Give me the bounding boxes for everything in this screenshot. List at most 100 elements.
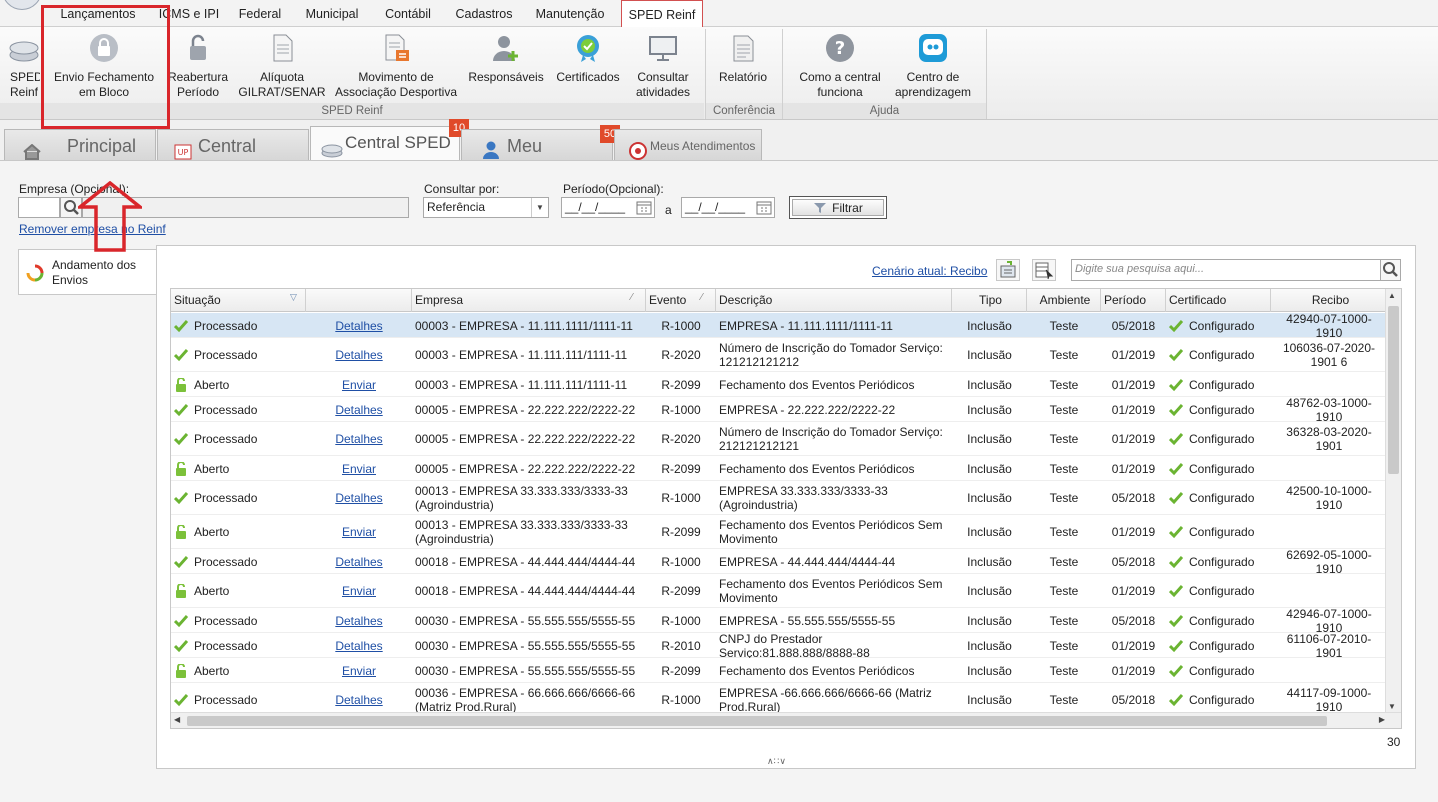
col-certificado[interactable]: Certificado bbox=[1166, 289, 1271, 312]
sidebar-item-andamento[interactable]: Andamento dos Envios bbox=[18, 249, 158, 295]
enviar-link[interactable]: Enviar bbox=[342, 462, 376, 476]
col-recibo[interactable]: Recibo bbox=[1271, 289, 1387, 312]
table-row[interactable]: Processado Detalhes 00005 - EMPRESA - 22.2… bbox=[171, 422, 1387, 456]
movimento-associacao-button[interactable]: Movimento de Associação Desportiva bbox=[333, 33, 459, 100]
aliquota-gilrat-button[interactable]: Alíquota GILRAT/SENAR bbox=[238, 33, 326, 100]
table-row[interactable]: Aberto Enviar 00005 - EMPRESA - 22.222.222… bbox=[171, 456, 1387, 481]
horizontal-scrollbar[interactable]: ◀ ▶ bbox=[171, 712, 1401, 728]
col-descricao[interactable]: Descrição bbox=[716, 289, 952, 312]
relatorio-button[interactable]: Relatório bbox=[712, 33, 774, 85]
enviar-link[interactable]: Enviar bbox=[342, 525, 376, 539]
scroll-up-icon[interactable]: ▲ bbox=[1388, 291, 1396, 300]
como-central-funciona-button[interactable]: ? Como a central funciona bbox=[792, 33, 888, 100]
search-button[interactable] bbox=[1380, 259, 1401, 281]
cell-empresa: 00005 - EMPRESA - 22.222.222/2222-22 bbox=[415, 432, 636, 446]
cenario-atual-link[interactable]: Cenário atual: Recibo bbox=[872, 264, 987, 278]
detalhes-link[interactable]: Detalhes bbox=[335, 403, 382, 417]
export-button[interactable] bbox=[996, 259, 1020, 281]
certificado-text: Configurado bbox=[1189, 525, 1255, 539]
check-icon bbox=[174, 614, 188, 627]
filtrar-button[interactable]: Filtrar bbox=[789, 196, 887, 219]
chevron-down-icon[interactable]: ▼ bbox=[531, 198, 548, 217]
col-periodo[interactable]: Período bbox=[1101, 289, 1166, 312]
unlock-icon bbox=[176, 461, 186, 476]
table-header: Situação Empresa Evento Descrição Tipo A… bbox=[171, 289, 1401, 312]
table-row[interactable]: Aberto Enviar 00030 - EMPRESA - 55.555.555… bbox=[171, 658, 1387, 683]
check-icon bbox=[1169, 319, 1183, 332]
consultar-atividades-button[interactable]: Consultar atividades bbox=[630, 33, 696, 100]
columns-button[interactable] bbox=[1032, 259, 1056, 281]
cell-situacao: Processado bbox=[174, 608, 303, 633]
detalhes-link[interactable]: Detalhes bbox=[335, 348, 382, 362]
enviar-link[interactable]: Enviar bbox=[342, 664, 376, 678]
col-evento[interactable]: Evento bbox=[646, 289, 716, 312]
tab-sped-reinf[interactable]: SPED Reinf bbox=[621, 0, 703, 28]
reabertura-periodo-button[interactable]: Reabertura Período bbox=[165, 33, 231, 100]
calendar-icon[interactable] bbox=[756, 200, 772, 221]
cell-descricao: EMPRESA - 44.444.444/4444-44 bbox=[719, 554, 896, 569]
col-empresa[interactable]: Empresa bbox=[412, 289, 646, 312]
detalhes-link[interactable]: Detalhes bbox=[335, 555, 382, 569]
table-row[interactable]: Processado Detalhes 00003 - EMPRESA - 11.1… bbox=[171, 313, 1387, 338]
scroll-left-icon[interactable]: ◀ bbox=[174, 715, 180, 724]
certificados-button[interactable]: Certificados bbox=[552, 33, 624, 85]
detalhes-link[interactable]: Detalhes bbox=[335, 491, 382, 505]
collapse-handle-icon[interactable]: ∧∷∨ bbox=[767, 756, 786, 767]
consultar-por-select[interactable]: Referência ▼ bbox=[423, 197, 549, 218]
tab-principal[interactable]: Principal bbox=[4, 129, 156, 161]
scroll-down-icon[interactable]: ▼ bbox=[1388, 702, 1396, 711]
table-row[interactable]: Processado Detalhes 00013 - EMPRESA 33.333… bbox=[171, 481, 1387, 515]
sort-icon[interactable]: ⁄ bbox=[701, 292, 703, 303]
scroll-thumb[interactable] bbox=[187, 716, 1327, 726]
tab-contabil[interactable]: Contábil bbox=[374, 0, 442, 27]
table-row[interactable]: Processado Detalhes 00003 - EMPRESA - 11.1… bbox=[171, 338, 1387, 372]
detalhes-link[interactable]: Detalhes bbox=[335, 319, 382, 333]
tab-central-packup[interactable]: UP Central PackUp bbox=[157, 129, 309, 188]
vertical-scrollbar[interactable]: ▲ ▼ bbox=[1385, 289, 1401, 713]
cell-periodo: 01/2019 bbox=[1111, 638, 1156, 653]
empresa-code-input[interactable] bbox=[18, 197, 60, 218]
filter-icon[interactable]: ▽ bbox=[290, 292, 297, 303]
app-menu-icon[interactable] bbox=[2, 0, 42, 10]
table-row[interactable]: Aberto Enviar 00018 - EMPRESA - 44.444.444… bbox=[171, 574, 1387, 608]
cell-acao: Enviar bbox=[309, 372, 409, 397]
tab-federal[interactable]: Federal bbox=[230, 0, 290, 27]
table-row[interactable]: Processado Detalhes 00005 - EMPRESA - 22.2… bbox=[171, 397, 1387, 422]
tab-manutencao[interactable]: Manutenção bbox=[526, 0, 614, 27]
cell-situacao: Processado bbox=[174, 422, 303, 456]
tab-central-sped-reinf[interactable]: Central SPED Reinf 10 bbox=[310, 119, 469, 184]
col-acao[interactable] bbox=[306, 289, 412, 312]
detalhes-link[interactable]: Detalhes bbox=[335, 693, 382, 707]
scroll-right-icon[interactable]: ▶ bbox=[1379, 715, 1385, 724]
calendar-icon[interactable] bbox=[636, 200, 652, 221]
cell-tipo: Inclusão bbox=[967, 554, 1012, 569]
cell-acao: Enviar bbox=[309, 574, 409, 608]
table-row[interactable]: Aberto Enviar 00003 - EMPRESA - 11.111.111… bbox=[171, 372, 1387, 397]
table-row[interactable]: Processado Detalhes 00030 - EMPRESA - 55.5… bbox=[171, 633, 1387, 658]
cell-recibo bbox=[1274, 515, 1384, 549]
table-row[interactable]: Processado Detalhes 00018 - EMPRESA - 44.4… bbox=[171, 549, 1387, 574]
col-ambiente[interactable]: Ambiente bbox=[1027, 289, 1101, 312]
enviar-link[interactable]: Enviar bbox=[342, 584, 376, 598]
detalhes-link[interactable]: Detalhes bbox=[335, 614, 382, 628]
detalhes-link[interactable]: Detalhes bbox=[335, 432, 382, 446]
enviar-link[interactable]: Enviar bbox=[342, 378, 376, 392]
tab-meus-atendimentos[interactable]: Meus Atendimentos bbox=[614, 129, 762, 161]
periodo-from-input[interactable]: __/__/____ bbox=[561, 197, 655, 218]
responsaveis-button[interactable]: Responsáveis bbox=[466, 33, 546, 85]
col-situacao[interactable]: Situação bbox=[171, 289, 306, 312]
sort-icon[interactable]: ⁄ bbox=[631, 292, 633, 303]
search-input[interactable]: Digite sua pesquisa aqui... bbox=[1071, 259, 1381, 281]
cell-tipo: Inclusão bbox=[967, 663, 1012, 678]
tab-meu-gerente[interactable]: Meu Gerente 50 bbox=[461, 125, 620, 188]
periodo-to-input[interactable]: __/__/____ bbox=[681, 197, 775, 218]
detalhes-link[interactable]: Detalhes bbox=[335, 639, 382, 653]
table-row[interactable]: Processado Detalhes 00030 - EMPRESA - 55.5… bbox=[171, 608, 1387, 633]
col-tipo[interactable]: Tipo bbox=[952, 289, 1027, 312]
tab-cadastros[interactable]: Cadastros bbox=[446, 0, 522, 27]
tab-municipal[interactable]: Municipal bbox=[294, 0, 370, 27]
centro-aprendizagem-button[interactable]: Centro de aprendizagem bbox=[892, 33, 974, 100]
table-row[interactable]: Aberto Enviar 00013 - EMPRESA 33.333.333/3… bbox=[171, 515, 1387, 549]
cell-recibo: 61106-07-2010-1901 bbox=[1286, 633, 1372, 658]
scroll-thumb[interactable] bbox=[1388, 306, 1399, 474]
